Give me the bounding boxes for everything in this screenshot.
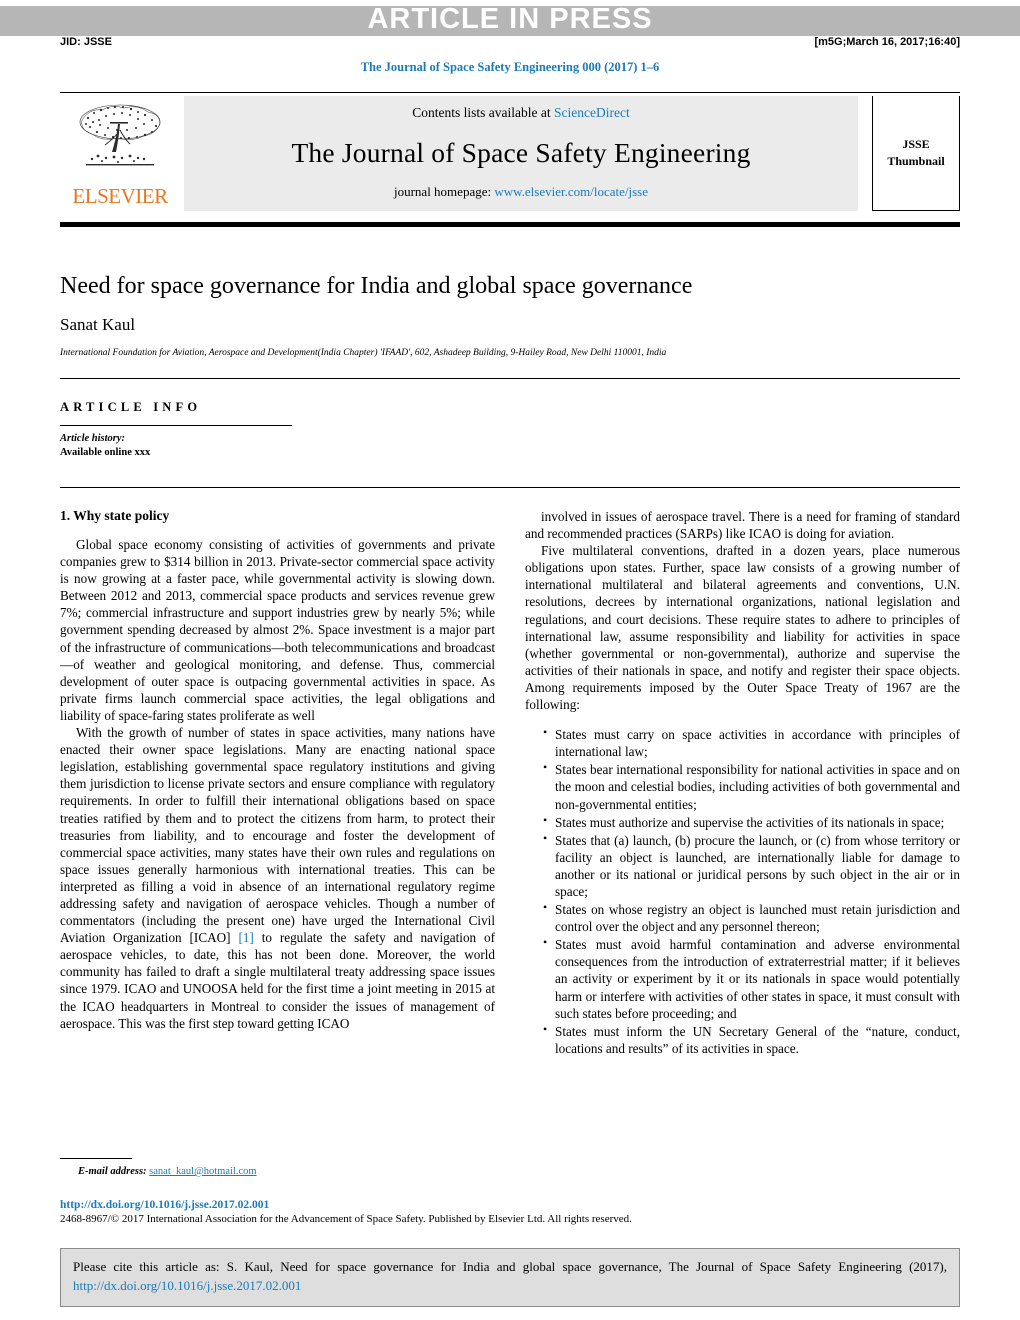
journal-id-row: JID: JSSE [m5G;March 16, 2017;16:40] <box>60 36 960 48</box>
cite-text: Please cite this article as: S. Kaul, Ne… <box>73 1258 947 1296</box>
page-title: Need for space governance for India and … <box>60 273 693 299</box>
article-info-heading: ARTICLE INFO <box>60 400 202 414</box>
list-item: States must authorize and supervise the … <box>543 813 960 831</box>
contents-available-line: Contents lists available at ScienceDirec… <box>412 105 629 121</box>
masthead-bottom-rule <box>60 222 960 227</box>
rights-statement: 2468-8967/© 2017 International Associati… <box>60 1213 632 1225</box>
list-item: States must avoid harmful contamination … <box>543 935 960 1021</box>
elsevier-wordmark: ELSEVIER <box>72 184 168 208</box>
list-item: States on whose registry an object is la… <box>543 900 960 935</box>
list-item: States must inform the UN Secretary Gene… <box>543 1022 960 1057</box>
sciencedirect-link[interactable]: ScienceDirect <box>554 105 630 120</box>
requirements-list: States must carry on space activities in… <box>525 725 960 1057</box>
article-info-block: ARTICLE INFO Article history: Available … <box>60 400 480 460</box>
journal-masthead: ELSEVIER Contents lists available at Sci… <box>60 92 960 211</box>
right-column: involved in issues of aerospace travel. … <box>525 508 960 1058</box>
citation-link-1[interactable]: [1] <box>238 930 253 945</box>
article-history-value: Available online xxx <box>60 447 151 459</box>
thumbnail-subtitle: Thumbnail <box>887 154 945 168</box>
elsevier-logo: ELSEVIER <box>60 96 180 211</box>
list-item: States must carry on space activities in… <box>543 725 960 760</box>
thumbnail-title: JSSE <box>902 136 930 151</box>
contents-prefix: Contents lists available at <box>412 105 554 120</box>
list-item: States bear international responsibility… <box>543 760 960 812</box>
homepage-prefix: journal homepage: <box>393 184 495 199</box>
journal-thumbnail: JSSE Thumbnail <box>872 96 960 211</box>
doi-link[interactable]: http://dx.doi.org/10.1016/j.jsse.2017.02… <box>60 1199 960 1211</box>
article-in-press-label: ARTICLE IN PRESS <box>367 3 653 35</box>
article-history: Article history: Available online xxx <box>60 432 480 460</box>
article-info-divider <box>60 487 960 488</box>
copyright-block: http://dx.doi.org/10.1016/j.jsse.2017.02… <box>60 1199 960 1225</box>
title-divider <box>60 378 960 379</box>
footnote-email-line: E-mail address: sanat_kaul@hotmail.com <box>60 1166 495 1177</box>
paragraph-text-pre: With the growth of number of states in s… <box>60 725 495 946</box>
author-list: Sanat Kaul <box>60 314 136 334</box>
body-columns: 1. Why state policy Global space economy… <box>60 508 960 1058</box>
section-heading: 1. Why state policy <box>60 508 170 523</box>
list-item: States that (a) launch, (b) procure the … <box>543 831 960 900</box>
journal-title: The Journal of Space Safety Engineering <box>291 136 751 168</box>
paper-page: ARTICLE IN PRESS JID: JSSE [m5G;March 16… <box>0 0 1020 1320</box>
running-head: The Journal of Space Safety Engineering … <box>360 60 660 74</box>
elsevier-tree-icon <box>68 100 172 174</box>
paragraph: Global space economy consisting of activ… <box>60 537 495 723</box>
email-label: E-mail address: <box>78 1166 147 1177</box>
email-link[interactable]: sanat_kaul@hotmail.com <box>149 1166 256 1177</box>
journal-homepage-link[interactable]: www.elsevier.com/locate/jsse <box>494 184 648 199</box>
production-timestamp: [m5G;March 16, 2017;16:40] <box>814 36 960 48</box>
journal-homepage-line: journal homepage: www.elsevier.com/locat… <box>394 184 648 200</box>
journal-id: JID: JSSE <box>60 36 112 48</box>
paragraph: With the growth of number of states in s… <box>60 724 495 1032</box>
cite-this-article-box: Please cite this article as: S. Kaul, Ne… <box>60 1248 960 1307</box>
article-info-rule <box>60 425 292 426</box>
article-history-label: Article history: <box>60 433 126 444</box>
paragraph: Five multilateral conventions, drafted i… <box>525 543 960 713</box>
article-header: Need for space governance for India and … <box>60 272 960 359</box>
journal-banner: Contents lists available at ScienceDirec… <box>184 96 858 211</box>
cite-doi-link[interactable]: http://dx.doi.org/10.1016/j.jsse.2017.02… <box>73 1278 301 1293</box>
paragraph-text-post: to regulate the safety and navigation of… <box>60 930 495 1031</box>
cite-text-prefix: Please cite this article as: S. Kaul, Ne… <box>73 1259 947 1274</box>
left-column: 1. Why state policy Global space economy… <box>60 508 495 1058</box>
paragraph: involved in issues of aerospace travel. … <box>525 509 960 542</box>
footnote-block: E-mail address: sanat_kaul@hotmail.com <box>60 1158 495 1177</box>
author-affiliation: International Foundation for Aviation, A… <box>60 347 667 358</box>
footnote-rule <box>60 1158 132 1159</box>
